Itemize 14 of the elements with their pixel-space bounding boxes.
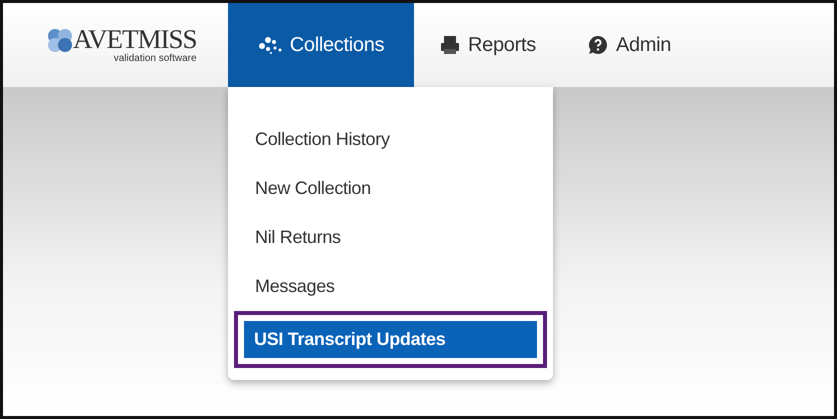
printer-icon: [440, 35, 460, 55]
menu-item[interactable]: Messages: [245, 268, 536, 305]
nav-tab[interactable]: Reports: [414, 3, 562, 87]
help-icon: [588, 35, 608, 55]
nav-tab[interactable]: Collections: [228, 3, 414, 87]
dots-icon: [258, 36, 282, 54]
logo-tagline: validation software: [114, 53, 197, 64]
menu-item[interactable]: USI Transcript Updates: [244, 321, 537, 358]
menu-item[interactable]: Nil Returns: [245, 219, 536, 256]
nav-tab[interactable]: Admin: [562, 3, 698, 87]
logo-name: AVETMISS: [73, 26, 197, 53]
puzzle-logo-icon: [45, 27, 75, 53]
menu-item[interactable]: Collection History: [245, 121, 536, 158]
menu-item[interactable]: New Collection: [245, 170, 536, 207]
